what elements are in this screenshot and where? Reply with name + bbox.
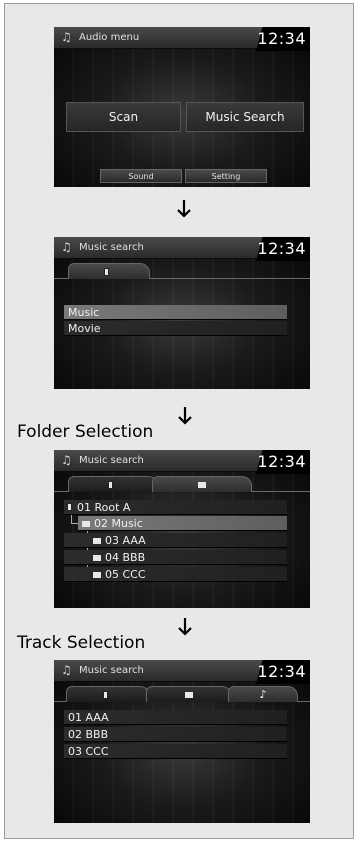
scan-button[interactable]: Scan: [66, 102, 181, 132]
arrow-down-icon: [177, 200, 191, 218]
list-item[interactable]: 03 CCC: [64, 744, 287, 759]
tab-row: [54, 261, 310, 279]
tab-usb[interactable]: [66, 686, 150, 702]
list-item-label: 01 AAA: [68, 710, 109, 724]
list-item[interactable]: 04 BBB: [64, 550, 287, 565]
folder-icon: [93, 537, 101, 544]
list-item-label: 02 Music: [94, 516, 143, 530]
audio-menu-screen: ♫ Audio menu 12:34 Scan Music Search Sou…: [54, 27, 310, 187]
list-item-content: 03 AAA: [64, 534, 146, 547]
list-item-content: 04 BBB: [64, 551, 145, 564]
screen-title: Music search: [79, 455, 144, 466]
list-item[interactable]: Music: [64, 305, 287, 320]
usb-icon: [67, 502, 72, 511]
list-item-label: 02 BBB: [68, 727, 109, 741]
folder-icon: [185, 691, 193, 698]
tab-track[interactable]: ♪: [228, 686, 298, 702]
usb-icon: [103, 690, 108, 699]
music-note-icon: ♫: [61, 663, 72, 677]
figure-frame: ♫ Audio menu 12:34 Scan Music Search Sou…: [4, 3, 354, 839]
music-note-icon: ♫: [61, 30, 72, 44]
music-search-source-screen: ♫ Music search 12:34 Music Movie: [54, 237, 310, 389]
screen-title: Music search: [79, 242, 144, 253]
tab-row: ♪: [54, 684, 310, 702]
folder-icon: [93, 571, 101, 578]
track-selection-screen: ♫ Music search 12:34 ♪ 01 AAA 02 BBB 03 …: [54, 660, 310, 823]
step-label-track: Track Selection: [17, 633, 146, 653]
tab-usb[interactable]: [68, 263, 150, 279]
list-item[interactable]: 05 CCC: [64, 567, 287, 582]
music-note-icon: ♫: [61, 240, 72, 254]
list-item[interactable]: 01 AAA: [64, 710, 287, 725]
step-label-folder: Folder Selection: [17, 422, 154, 442]
list-item[interactable]: 03 AAA: [64, 533, 287, 548]
list-item-label: 03 CCC: [68, 744, 109, 758]
screen-title: Music search: [79, 665, 144, 676]
folder-selection-screen: ♫ Music search 12:34 01 Root A 02 Music: [54, 450, 310, 608]
music-note-icon: ♫: [61, 453, 72, 467]
usb-icon: [104, 267, 109, 276]
list-item[interactable]: 02 Music: [78, 516, 287, 531]
list-item-label: 05 CCC: [105, 567, 146, 581]
list-item-content: 02 Music: [78, 517, 143, 530]
list-item-label: Music: [68, 305, 100, 319]
clock: 12:34: [257, 239, 306, 258]
arrow-down-icon: [178, 407, 192, 425]
clock: 12:34: [257, 29, 306, 48]
clock: 12:34: [257, 662, 306, 681]
list-item-content: 05 CCC: [64, 568, 146, 581]
sound-button[interactable]: Sound: [100, 169, 182, 183]
list-item-label: Movie: [68, 321, 101, 335]
usb-icon: [108, 480, 113, 489]
list-item[interactable]: Movie: [64, 321, 287, 336]
folder-icon: [82, 520, 90, 527]
folder-icon: [198, 481, 206, 488]
setting-button[interactable]: Setting: [185, 169, 267, 183]
music-note-icon: ♪: [259, 688, 267, 701]
list-item-content: 01 Root A: [64, 501, 130, 514]
music-search-button[interactable]: Music Search: [186, 102, 304, 132]
list-item-label: 04 BBB: [105, 550, 146, 564]
arrow-down-icon: [178, 618, 192, 636]
list-item-label: 01 Root A: [77, 500, 131, 514]
tab-usb[interactable]: [68, 476, 158, 492]
tab-folder[interactable]: [146, 686, 232, 702]
tab-folder[interactable]: [152, 476, 252, 492]
list-item[interactable]: 01 Root A: [64, 500, 287, 515]
list-item[interactable]: 02 BBB: [64, 727, 287, 742]
tab-row: [54, 474, 310, 492]
list-item-label: 03 AAA: [105, 533, 146, 547]
clock: 12:34: [257, 452, 306, 471]
screen-title: Audio menu: [79, 32, 140, 43]
folder-icon: [93, 554, 101, 561]
